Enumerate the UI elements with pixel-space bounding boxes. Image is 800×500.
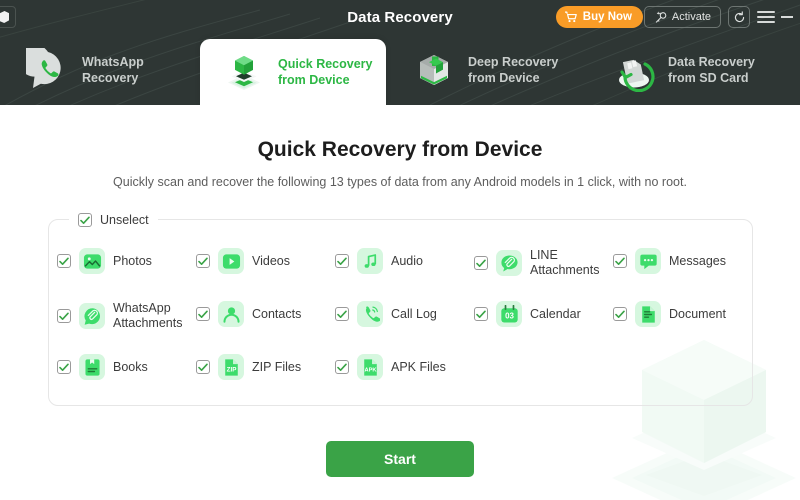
tab-whatsapp-recovery[interactable]: WhatsApp Recovery: [0, 34, 200, 105]
data-type-call-log[interactable]: Call Log: [335, 301, 437, 327]
magic-wand-key-icon: [655, 11, 667, 23]
activate-button[interactable]: Activate: [643, 6, 721, 28]
data-type-label: APK Files: [391, 359, 446, 374]
checkbox[interactable]: [196, 307, 210, 321]
window-header: Data Recovery Buy Now Activate WhatsApp …: [0, 0, 800, 105]
tab-label: Quick Recovery from Device: [278, 57, 373, 87]
data-type-label: LINE Attachments: [530, 248, 600, 277]
whatsapp-clip-icon: [79, 303, 105, 329]
tab-data-recovery-from-sd-card[interactable]: Data Recovery from SD Card: [586, 34, 786, 105]
buy-now-label: Buy Now: [582, 11, 632, 23]
data-type-books[interactable]: Books: [57, 354, 148, 380]
title-bar: Data Recovery Buy Now Activate: [0, 0, 800, 34]
shopping-cart-icon: [564, 11, 577, 23]
data-type-label: Videos: [252, 253, 290, 268]
checkbox[interactable]: [474, 256, 488, 270]
checkbox[interactable]: [613, 307, 627, 321]
tab-label: WhatsApp Recovery: [82, 54, 144, 85]
calendar-03-icon: 03: [496, 301, 522, 327]
data-type-label: Audio: [391, 253, 423, 268]
data-type-label: Calendar: [530, 306, 581, 321]
data-type-audio[interactable]: Audio: [335, 248, 423, 274]
apk-file-icon: APK: [357, 354, 383, 380]
data-type-label: Document: [669, 306, 726, 321]
main-content: Quick Recovery from Device Quickly scan …: [0, 105, 800, 500]
whatsapp-phone-icon: [18, 44, 70, 92]
data-type-label: Photos: [113, 253, 152, 268]
data-types-grid: Photos Videos Audio LINE Attachments Mes…: [49, 240, 754, 406]
checkbox[interactable]: [196, 360, 210, 374]
data-type-messages[interactable]: Messages: [613, 248, 726, 274]
data-type-label: Contacts: [252, 306, 302, 321]
minimize-icon[interactable]: [778, 8, 796, 26]
data-type-label: Books: [113, 359, 148, 374]
checkbox[interactable]: [57, 254, 71, 268]
phone-call-icon: [357, 301, 383, 327]
data-type-label: Messages: [669, 253, 726, 268]
checkbox[interactable]: [57, 360, 71, 374]
book-icon: [79, 354, 105, 380]
checkbox[interactable]: [474, 307, 488, 321]
line-clip-icon: [496, 250, 522, 276]
data-type-photos[interactable]: Photos: [57, 248, 152, 274]
select-all-toggle[interactable]: Unselect: [69, 209, 158, 231]
video-play-icon: [218, 248, 244, 274]
checkbox[interactable]: [613, 254, 627, 268]
data-type-apk-files[interactable]: APK APK Files: [335, 354, 446, 380]
data-type-line-attachments[interactable]: LINE Attachments: [474, 248, 599, 278]
checkbox[interactable]: [335, 307, 349, 321]
data-type-videos[interactable]: Videos: [196, 248, 290, 274]
zip-file-icon: ZIP: [218, 354, 244, 380]
select-all-checkbox[interactable]: [78, 213, 92, 227]
app-window: Data Recovery Buy Now Activate WhatsApp …: [0, 0, 800, 500]
page-subtitle: Quickly scan and recover the following 1…: [113, 175, 687, 189]
hamburger-menu-icon[interactable]: [757, 8, 775, 26]
document-icon: [635, 301, 661, 327]
refresh-button[interactable]: [728, 6, 750, 28]
checkbox[interactable]: [57, 309, 71, 323]
tab-label: Data Recovery from SD Card: [668, 54, 755, 85]
activate-label: Activate: [671, 11, 711, 23]
refresh-icon: [734, 10, 744, 22]
svg-text:APK: APK: [364, 367, 377, 373]
person-icon: [218, 301, 244, 327]
checkbox[interactable]: [196, 254, 210, 268]
tab-deep-recovery-from-device[interactable]: Deep Recovery from Device: [386, 34, 586, 105]
main-tabs: WhatsApp Recovery Quick Recovery from De…: [0, 34, 800, 105]
svg-text:03: 03: [505, 311, 514, 320]
svg-text:ZIP: ZIP: [226, 366, 236, 373]
data-type-label: Call Log: [391, 306, 437, 321]
data-type-contacts[interactable]: Contacts: [196, 301, 301, 327]
music-note-icon: [357, 248, 383, 274]
green-cube-on-plate-icon: [222, 50, 266, 94]
buy-now-button[interactable]: Buy Now: [555, 6, 643, 28]
checkbox[interactable]: [335, 360, 349, 374]
data-type-whatsapp-attachments[interactable]: WhatsApp Attachments: [57, 301, 182, 331]
data-type-label: ZIP Files: [252, 359, 302, 374]
open-box-cube-icon: [412, 48, 456, 92]
data-type-document[interactable]: Document: [613, 301, 726, 327]
data-type-zip-files[interactable]: ZIP ZIP Files: [196, 354, 301, 380]
sd-card-icon: [612, 48, 656, 92]
page-title: Quick Recovery from Device: [257, 138, 543, 161]
select-all-label: Unselect: [100, 213, 149, 227]
message-dots-icon: [635, 248, 661, 274]
checkbox[interactable]: [335, 254, 349, 268]
start-button[interactable]: Start: [326, 441, 474, 477]
data-type-label: WhatsApp Attachments: [113, 301, 183, 330]
data-types-panel: Unselect Photos Videos Audio LINE Attach…: [48, 209, 754, 406]
tab-label: Deep Recovery from Device: [468, 54, 559, 85]
tab-quick-recovery-from-device[interactable]: Quick Recovery from Device: [200, 39, 386, 105]
data-type-calendar[interactable]: 03 Calendar: [474, 301, 581, 327]
photo-icon: [79, 248, 105, 274]
